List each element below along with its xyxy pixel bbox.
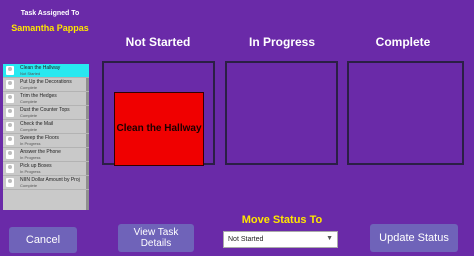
task-item[interactable]: Put Up the Decorations Complete bbox=[3, 78, 89, 92]
person-avatar-icon bbox=[6, 108, 14, 117]
task-status: Complete bbox=[20, 113, 38, 118]
person-avatar-icon bbox=[6, 80, 14, 89]
task-status: Complete bbox=[20, 85, 38, 90]
update-status-button[interactable]: Update Status bbox=[370, 224, 458, 252]
column-complete[interactable] bbox=[347, 61, 464, 165]
person-avatar-icon bbox=[6, 94, 14, 103]
task-item[interactable]: Trim the Hedges Complete bbox=[3, 92, 89, 106]
column-in-progress[interactable] bbox=[225, 61, 338, 165]
move-status-select[interactable]: Not Started ▼ bbox=[223, 231, 338, 248]
person-avatar-icon bbox=[6, 178, 14, 187]
chevron-down-icon: ▼ bbox=[326, 235, 333, 242]
task-item[interactable]: Check the Mail Complete bbox=[3, 120, 89, 134]
assignee-name: Samantha Pappas bbox=[11, 23, 89, 33]
task-item[interactable]: NIIN Dollar Amount by Proj Complete bbox=[3, 176, 89, 190]
task-item[interactable]: Pick up Boxes In Progress bbox=[3, 162, 89, 176]
person-avatar-icon bbox=[6, 66, 14, 75]
column-header-complete: Complete bbox=[375, 35, 431, 49]
person-avatar-icon bbox=[6, 164, 14, 173]
task-card-title: Clean the Hallway bbox=[116, 122, 202, 134]
task-list[interactable]: Clean the Hallway Not Started Put Up the… bbox=[3, 64, 89, 210]
task-status: Not Started bbox=[20, 71, 41, 76]
cancel-button[interactable]: Cancel bbox=[9, 227, 77, 253]
task-status: Complete bbox=[20, 127, 38, 132]
column-header-in-progress: In Progress bbox=[248, 35, 316, 49]
move-status-value: Not Started bbox=[228, 236, 264, 243]
task-status: Complete bbox=[20, 183, 38, 188]
task-item[interactable]: Dust the Counter Tops Complete bbox=[3, 106, 89, 120]
task-status: In Progress bbox=[20, 155, 41, 160]
column-header-not-started: Not Started bbox=[125, 35, 191, 49]
task-card[interactable]: Clean the Hallway bbox=[114, 92, 204, 166]
person-avatar-icon bbox=[6, 150, 14, 159]
task-item[interactable]: Clean the Hallway Not Started bbox=[3, 64, 89, 78]
move-status-label: Move Status To bbox=[241, 214, 323, 226]
task-status: In Progress bbox=[20, 141, 41, 146]
person-avatar-icon bbox=[6, 136, 14, 145]
task-status: Complete bbox=[20, 99, 38, 104]
view-task-details-button[interactable]: View Task Details bbox=[118, 224, 194, 252]
person-avatar-icon bbox=[6, 122, 14, 131]
task-item[interactable]: Sweep the Floors In Progress bbox=[3, 134, 89, 148]
assigned-label: Task Assigned To bbox=[20, 10, 80, 17]
task-item[interactable]: Answer the Phone In Progress bbox=[3, 148, 89, 162]
task-status: In Progress bbox=[20, 169, 41, 174]
